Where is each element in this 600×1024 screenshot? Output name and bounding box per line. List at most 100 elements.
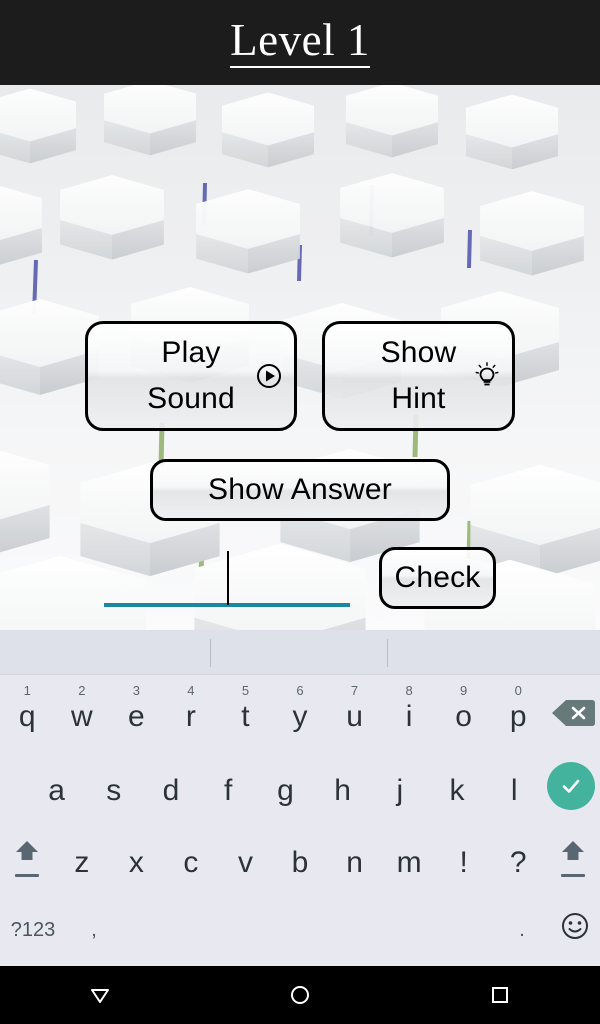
key-hint-w: 2 xyxy=(78,683,86,698)
key-label-p: p xyxy=(509,700,527,733)
keyboard-row-3: z x c v b n m ! ? xyxy=(0,822,600,894)
row2-left-spacer xyxy=(0,750,28,822)
key-u[interactable]: 7u xyxy=(327,675,382,750)
keyboard-row-2: a s d f g h j k l xyxy=(0,750,600,822)
key-label-x: x xyxy=(128,845,144,879)
answer-input-wrapper xyxy=(104,551,350,607)
play-sound-button[interactable]: Play Sound xyxy=(85,321,297,431)
key-q[interactable]: 1q xyxy=(0,675,55,750)
key-m[interactable]: m xyxy=(382,822,437,894)
play-icon xyxy=(254,361,284,391)
show-hint-button[interactable]: Show Hint xyxy=(322,321,515,431)
key-enter[interactable] xyxy=(543,750,600,822)
show-hint-label: Show Hint xyxy=(381,330,457,423)
key-d[interactable]: d xyxy=(142,750,199,822)
key-label-b: b xyxy=(291,845,309,879)
key-g[interactable]: g xyxy=(257,750,314,822)
key-label-y: y xyxy=(292,700,308,733)
key-x[interactable]: x xyxy=(109,822,164,894)
play-sound-label-line1: Play xyxy=(161,335,221,369)
key-o[interactable]: 9o xyxy=(436,675,491,750)
suggestion-slot-1[interactable] xyxy=(0,630,210,675)
key-t[interactable]: 5t xyxy=(218,675,273,750)
key-question[interactable]: ? xyxy=(491,822,546,894)
key-label-e: e xyxy=(128,700,145,733)
key-label-period: . xyxy=(519,919,525,941)
key-label-j: j xyxy=(396,773,404,807)
shift-icon-left xyxy=(14,839,40,877)
key-label-q: q xyxy=(18,700,36,733)
back-button[interactable] xyxy=(0,966,200,1024)
key-hint-u: 7 xyxy=(350,683,359,698)
backspace-icon xyxy=(551,697,595,729)
key-label-t: t xyxy=(241,700,250,733)
key-j[interactable]: j xyxy=(371,750,428,822)
suggestion-slot-3[interactable] xyxy=(388,630,600,675)
key-c[interactable]: c xyxy=(164,822,219,894)
key-e[interactable]: 3e xyxy=(109,675,164,750)
key-k[interactable]: k xyxy=(428,750,485,822)
key-exclamation[interactable]: ! xyxy=(436,822,491,894)
key-label-o: o xyxy=(455,700,472,733)
key-hint-t: 5 xyxy=(241,683,250,698)
key-symbols[interactable]: ?123 xyxy=(0,894,66,966)
key-i[interactable]: 8i xyxy=(382,675,437,750)
key-label-i: i xyxy=(405,700,413,733)
key-label-m: m xyxy=(396,845,422,879)
title-bar: Level 1 xyxy=(0,0,600,85)
key-shift-left[interactable] xyxy=(0,822,55,894)
recents-button[interactable] xyxy=(400,966,600,1024)
suggestion-bar xyxy=(0,630,600,675)
key-z[interactable]: z xyxy=(55,822,110,894)
check-button[interactable]: Check xyxy=(379,547,496,609)
key-f[interactable]: f xyxy=(200,750,257,822)
key-label-w: w xyxy=(70,700,93,733)
key-n[interactable]: n xyxy=(327,822,382,894)
key-a[interactable]: a xyxy=(28,750,85,822)
key-hint-e: 3 xyxy=(132,683,140,698)
key-comma[interactable]: , xyxy=(66,894,122,966)
key-label-a: a xyxy=(48,773,65,807)
key-r[interactable]: 4r xyxy=(164,675,219,750)
key-h[interactable]: h xyxy=(314,750,371,822)
key-s[interactable]: s xyxy=(85,750,142,822)
key-hint-q: 1 xyxy=(23,683,31,698)
key-period[interactable]: . xyxy=(494,894,550,966)
key-label-s: s xyxy=(106,773,122,807)
key-emoji[interactable] xyxy=(550,894,600,966)
key-p[interactable]: 0p xyxy=(491,675,546,750)
key-label-z: z xyxy=(74,845,90,879)
home-button[interactable] xyxy=(200,966,400,1024)
key-hint-r: 4 xyxy=(187,683,195,698)
key-shift-right[interactable] xyxy=(545,822,600,894)
key-label-exclamation: ! xyxy=(459,845,468,879)
shift-underbar-left xyxy=(15,874,40,877)
key-label-h: h xyxy=(334,773,351,807)
key-label-n: n xyxy=(346,845,363,879)
keyboard-row-4: ?123 , . xyxy=(0,894,600,966)
home-circle-icon xyxy=(291,986,309,1004)
key-label-v: v xyxy=(237,845,253,879)
on-screen-keyboard: 1q 2w 3e 4r 5t 6y 7u 8i 9o 0p a s d f g … xyxy=(0,630,600,966)
play-sound-label-line2: Sound xyxy=(147,382,235,415)
key-label-u: u xyxy=(346,700,363,733)
key-hint-o: 9 xyxy=(460,683,468,698)
play-sound-label: Play Sound xyxy=(147,330,235,423)
suggestion-slot-2[interactable] xyxy=(211,630,387,675)
shift-underbar-right xyxy=(560,874,585,877)
key-label-f: f xyxy=(224,773,233,807)
show-answer-label: Show Answer xyxy=(208,472,392,506)
key-hint-i: 8 xyxy=(405,683,413,698)
key-y[interactable]: 6y xyxy=(273,675,328,750)
key-label-d: d xyxy=(162,773,180,807)
key-label-c: c xyxy=(183,845,199,879)
keyboard-row-1: 1q 2w 3e 4r 5t 6y 7u 8i 9o 0p xyxy=(0,675,600,750)
key-l[interactable]: l xyxy=(486,750,543,822)
show-answer-button[interactable]: Show Answer xyxy=(150,459,450,521)
key-v[interactable]: v xyxy=(218,822,273,894)
page-title: Level 1 xyxy=(230,17,370,68)
key-b[interactable]: b xyxy=(273,822,328,894)
key-w[interactable]: 2w xyxy=(55,675,110,750)
key-space[interactable] xyxy=(122,894,494,966)
key-backspace[interactable] xyxy=(545,675,600,750)
